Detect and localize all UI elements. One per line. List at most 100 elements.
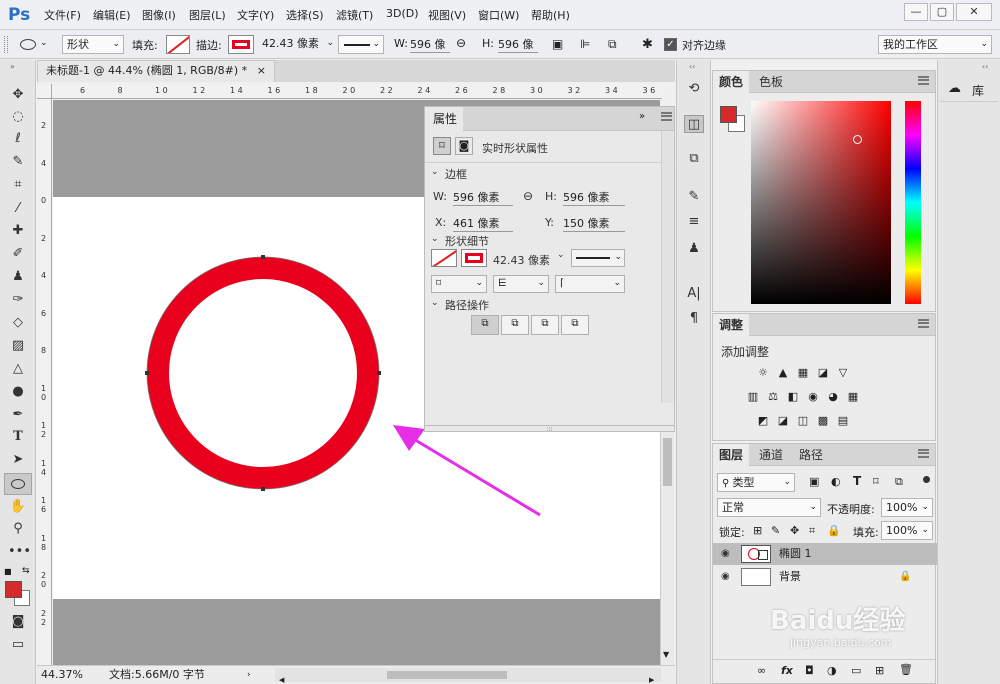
fx-icon[interactable]: fx [781,664,793,677]
exposure-icon[interactable]: ◪ [816,367,830,379]
type-tool-icon[interactable]: T [8,428,28,446]
history-brush-tool-icon[interactable]: ✑ [8,291,28,309]
workspace-select[interactable]: 我的工作区 ⌄ [878,35,992,54]
anchor-point-bottom[interactable] [261,487,265,491]
status-menu-icon[interactable]: › [247,666,251,684]
color-lookup-icon[interactable]: ▦ [846,391,860,403]
ellipse-shape[interactable] [140,250,390,495]
tab-color[interactable]: 颜色 [713,71,750,93]
path-arrangement-icon[interactable]: ⧉ [608,37,617,52]
eye-icon[interactable]: ◉ [721,543,735,565]
menu-select[interactable]: 选择(S) [286,7,324,23]
hue-slider[interactable] [905,101,921,304]
tab-swatches[interactable]: 色板 [753,71,789,93]
quick-mask-icon[interactable]: ◙ [8,613,28,631]
ellipse-tool-icon[interactable] [20,39,36,50]
chevron-down-icon[interactable]: ⌄ [557,250,565,260]
brush-panel-icon[interactable]: ✎ [684,188,704,206]
zoom-tool-icon[interactable]: ⚲ [8,520,28,538]
mask-icon[interactable]: ◙ [455,137,473,155]
menu-edit[interactable]: 编辑(E) [93,7,131,23]
layer-comps-icon[interactable]: ⧉ [684,150,704,168]
vibrance-icon[interactable]: ▽ [836,367,850,379]
stroke-width-field[interactable]: 42.43 像素 ⌄ [258,35,334,54]
properties-panel-icon[interactable]: ◫ [684,115,704,133]
eye-icon[interactable]: ◉ [721,566,735,588]
link-layers-icon[interactable]: ∞ [757,664,766,677]
menu-layer[interactable]: 图层(L) [189,7,226,23]
collapse-icon[interactable]: ‹‹ [689,62,695,71]
menu-type[interactable]: 文字(Y) [237,7,274,23]
screen-mode-icon[interactable]: ▭ [8,636,28,654]
close-window-button[interactable]: ✕ [956,3,992,21]
fill-swatch[interactable] [166,35,190,54]
document-scrollbar-horizontal[interactable]: ◀ ▶ [275,668,661,684]
clone-source-icon[interactable]: ♟ [684,240,704,258]
menu-help[interactable]: 帮助(H) [531,7,570,23]
history-panel-icon[interactable]: ⟲ [684,80,704,98]
filter-toggle[interactable] [923,476,930,483]
prop-w-input[interactable]: 596 像素 [453,189,513,206]
photo-filter-icon[interactable]: ◉ [806,391,820,403]
invert-icon[interactable]: ◩ [756,415,770,427]
scroll-left-icon[interactable]: ◀ [279,671,284,684]
menu-window[interactable]: 窗口(W) [478,7,519,23]
stroke-caps-select[interactable]: ⋿ ⌄ [493,275,549,293]
prop-fill-swatch[interactable] [431,249,457,267]
scroll-thumb[interactable] [387,671,507,679]
anchor-point-top[interactable] [261,255,265,259]
filter-shape-icon[interactable]: ⌑ [873,475,879,488]
path-select-tool-icon[interactable]: ➤ [8,451,28,469]
hand-tool-icon[interactable]: ✋ [8,498,28,516]
scroll-thumb[interactable] [663,438,672,486]
hue-saturation-icon[interactable]: ▥ [746,391,760,403]
menu-file[interactable]: 文件(F) [44,7,81,23]
filter-pixel-icon[interactable]: ▣ [809,475,819,488]
path-alignment-icon[interactable]: ⊫ [580,37,590,51]
swap-colors-icon[interactable]: ⇆ [22,566,30,576]
gradient-tool-icon[interactable]: ▨ [8,337,28,355]
align-edges-checkbox[interactable]: ✓ [664,38,677,51]
foreground-color-swatch[interactable] [5,581,22,598]
panel-menu-icon[interactable] [661,112,672,121]
zoom-level[interactable]: 44.37% [41,666,83,684]
chevron-down-icon[interactable]: ⌄ [431,298,439,308]
stamp-tool-icon[interactable]: ♟ [8,268,28,286]
mode-select[interactable]: 形状 ⌄ [62,35,124,54]
live-shape-icon[interactable]: ⌑ [433,137,451,155]
color-balance-icon[interactable]: ⚖ [766,391,780,403]
chevron-down-icon[interactable]: ⌄ [431,167,439,177]
combine-shapes-button[interactable]: ⧉ [471,315,499,335]
panel-menu-icon[interactable] [918,76,929,85]
link-icon[interactable]: ⊖ [523,189,533,203]
foreground-color-swatch[interactable] [720,106,737,123]
default-colors-icon[interactable]: ■ [4,567,12,576]
menu-image[interactable]: 图像(I) [142,7,176,23]
color-picker-cursor[interactable] [853,135,862,144]
link-icon[interactable]: ⊖ [456,36,466,50]
restore-button[interactable]: ▢ [930,3,954,21]
selective-color-icon[interactable]: ▩ [816,415,830,427]
exclude-shape-button[interactable]: ⧉ [561,315,589,335]
prop-stroke-type-select[interactable]: ⌄ [571,249,625,267]
tab-channels[interactable]: 通道 [753,444,789,466]
quick-select-tool-icon[interactable]: ✎ [8,153,28,171]
gear-icon[interactable]: ✱ [642,37,653,52]
resize-handle[interactable]: ⁝⁝⁝ [425,425,674,433]
layer-name[interactable]: 椭圆 1 [779,543,812,565]
channel-mixer-icon[interactable]: ◕ [826,391,840,403]
gradient-map-icon[interactable]: ▤ [836,415,850,427]
document-tab[interactable]: 未标题-1 @ 44.4% (椭圆 1, RGB/8#) * × [37,60,275,82]
subtract-shape-button[interactable]: ⧉ [501,315,529,335]
filter-adjustment-icon[interactable]: ◐ [831,475,841,488]
posterize-icon[interactable]: ◪ [776,415,790,427]
library-tab[interactable]: ☁ 库 [940,78,998,102]
tab-paths[interactable]: 路径 [793,444,829,466]
fill-input[interactable]: 100% ⌄ [881,521,933,540]
lock-position-icon[interactable]: ✥ [790,524,799,537]
dodge-tool-icon[interactable]: ● [8,383,28,401]
layer-row-background[interactable]: ◉ 背景 🔒 [713,566,939,588]
layer-mask-icon[interactable]: ◘ [805,664,814,677]
lock-transparent-icon[interactable]: ⊞ [753,524,762,537]
opacity-input[interactable]: 100% ⌄ [881,498,933,517]
